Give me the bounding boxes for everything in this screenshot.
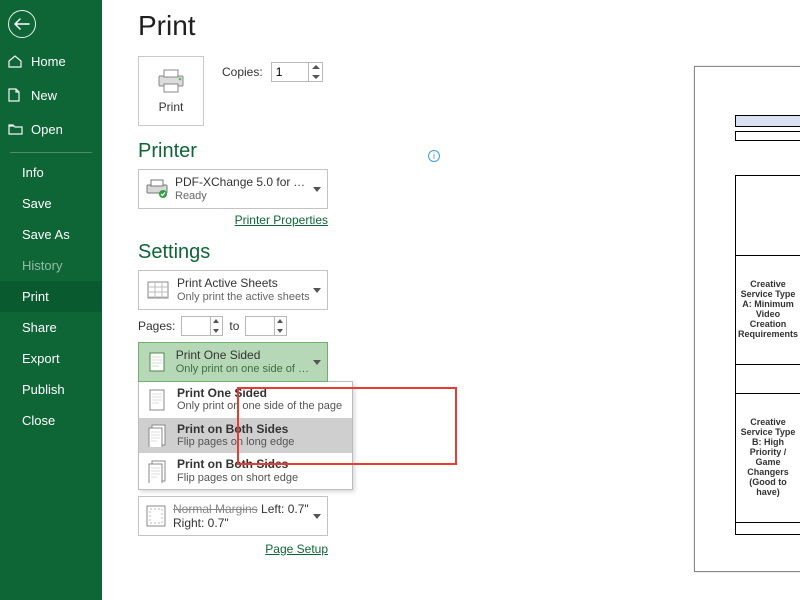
sidebar-item-open[interactable]: Open [0,112,102,146]
back-icon[interactable] [8,10,36,38]
margins-dropdown[interactable]: Normal Margins Left: 0.7" Right: 0.7" [138,496,328,536]
preview-cell-b-text: Creative Service Type B: High Priority /… [738,418,798,497]
sidebar-separator [10,152,92,153]
page-single-icon [145,387,169,413]
sidebar-item-export[interactable]: Export [0,343,102,374]
folder-open-icon [8,123,23,135]
document-icon [8,88,23,102]
stepper-arrows-icon[interactable] [308,63,322,81]
chevron-down-icon [313,288,321,293]
pages-to-stepper[interactable] [245,316,287,336]
margins-icon [145,503,167,529]
sidebar-item-print[interactable]: Print [0,281,102,312]
option-sub: Flip pages on long edge [177,436,294,449]
sidebar-item-label: Home [31,54,66,69]
chevron-down-icon [313,514,321,519]
margins-title: Normal Margins [173,502,258,516]
printer-status-icon [145,176,169,202]
option-sub: Only print on one side of the page [177,400,342,413]
preview-cell-a-text: Creative Service Type A: Minimum Video C… [738,280,798,339]
copies-input[interactable] [272,63,306,81]
option-title: Print One Sided [177,386,342,400]
page-setup-link[interactable]: Page Setup [265,542,328,556]
stepper-arrows-icon[interactable] [210,317,222,335]
print-what-sub: Only print the active sheets [177,291,310,304]
sides-option-one-sided[interactable]: Print One Sided Only print on one side o… [139,382,352,418]
sides-dropdown-list: Print One Sided Only print on one side o… [138,381,353,490]
print-button-label: Print [159,100,184,114]
sidebar-item-info[interactable]: Info [0,157,102,188]
chevron-down-icon [313,187,321,192]
copies-stepper[interactable] [271,62,323,82]
sidebar-item-label: Open [31,122,63,137]
sides-option-both-short[interactable]: Print on Both Sides Flip pages on short … [139,453,352,489]
pages-from-stepper[interactable] [181,316,223,336]
option-sub: Flip pages on short edge [177,472,298,485]
preview-cell-b: Creative Service Type B: High Priority /… [735,393,800,523]
chevron-down-icon [313,360,321,365]
printer-properties-link[interactable]: Printer Properties [235,213,328,227]
backstage-sidebar: Home New Open Info Save Save As History … [0,0,102,600]
sides-selected-title: Print One Sided [176,349,311,363]
pages-label: Pages: [138,319,175,333]
printer-name: PDF-XChange 5.0 for ABBY… [175,176,311,190]
sides-option-both-long[interactable]: Print on Both Sides Flip pages on long e… [139,418,352,454]
printer-status: Ready [175,190,311,203]
sides-dropdown[interactable]: Print One Sided Only print on one side o… [138,342,328,382]
sidebar-item-saveas[interactable]: Save As [0,219,102,250]
sidebar-item-share[interactable]: Share [0,312,102,343]
page-title: Print [138,10,800,42]
print-what-dropdown[interactable]: Print Active Sheets Only print the activ… [138,270,328,310]
preview-cell-a: Creative Service Type A: Minimum Video C… [735,255,800,365]
option-title: Print on Both Sides [177,457,298,471]
sidebar-item-home[interactable]: Home [0,44,102,78]
sidebar-item-history[interactable]: History [0,250,102,281]
page-single-icon [145,349,170,375]
home-icon [8,55,23,68]
sheets-icon [145,277,171,303]
sidebar-item-label: New [31,88,57,103]
sidebar-item-close[interactable]: Close [0,405,102,436]
sidebar-item-publish[interactable]: Publish [0,374,102,405]
copies-label: Copies: [222,65,263,79]
printer-dropdown[interactable]: PDF-XChange 5.0 for ABBY… Ready [138,169,328,209]
print-what-title: Print Active Sheets [177,277,310,291]
page-flip-long-icon [145,422,169,448]
option-title: Print on Both Sides [177,422,294,436]
pages-to-label: to [229,319,239,333]
printer-icon [155,68,187,94]
preview-subheader-row [735,131,800,141]
print-preview: Creative Service Type A: Minimum Video C… [694,66,800,572]
stepper-arrows-icon[interactable] [274,317,286,335]
sides-selected-sub: Only print on one side of th… [176,363,311,376]
print-button[interactable]: Print [138,56,204,126]
page-flip-short-icon [145,458,169,484]
sidebar-item-new[interactable]: New [0,78,102,112]
sidebar-item-save[interactable]: Save [0,188,102,219]
preview-header-row [735,115,800,127]
printer-info-icon[interactable]: i [428,150,440,162]
